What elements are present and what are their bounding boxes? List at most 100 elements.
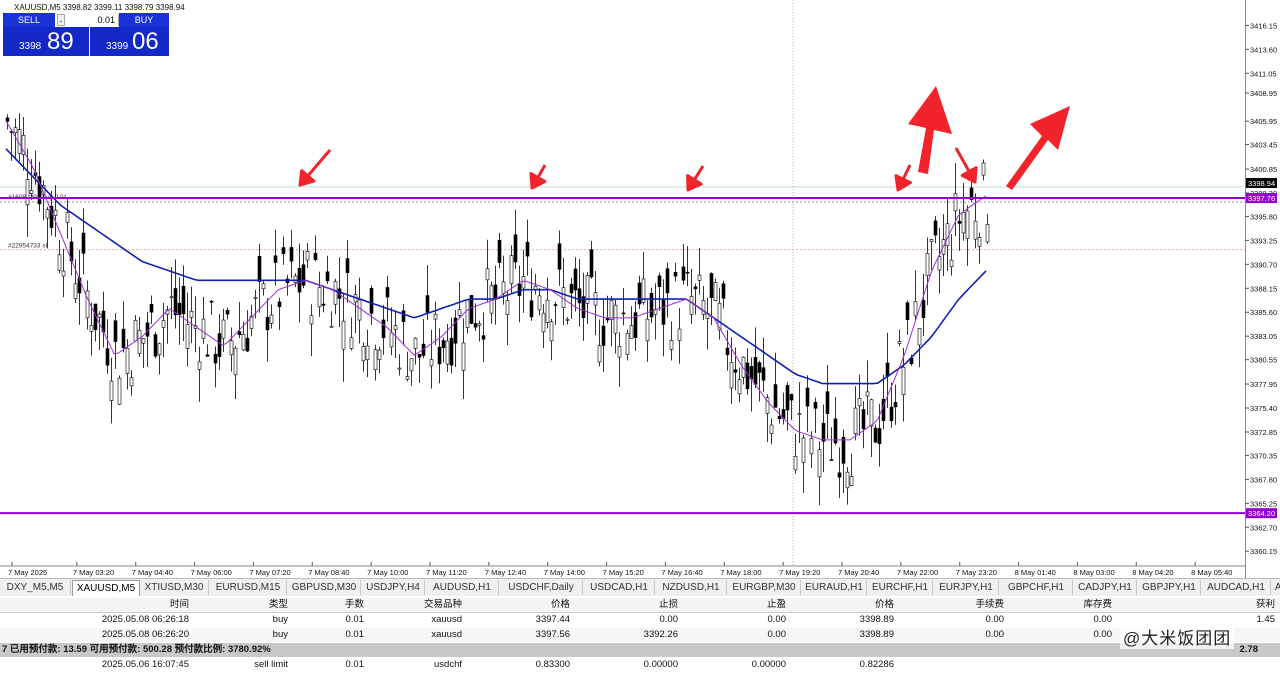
resistance-label: 3397.76 — [1248, 194, 1275, 203]
candle-body — [257, 256, 262, 282]
candle-body — [57, 254, 62, 271]
price-axis-label: 3390.70 — [1250, 260, 1277, 269]
tab-gbpjpy-h1[interactable]: GBPJPY,H1 — [1138, 580, 1201, 595]
candle-body — [565, 319, 570, 321]
time-axis-label: 7 May 19:20 — [779, 568, 820, 577]
tab-xtiusd-m30[interactable]: XTIUSD,M30 — [140, 580, 209, 595]
tab-gbpchf-h1[interactable]: GBPCHF,H1 — [1000, 580, 1073, 595]
candle-body — [709, 273, 714, 298]
chart-canvas: 3416.15 3413.60 3411.05 3408.95 3405.95 3403.… — [0, 0, 1277, 577]
candle-body — [861, 409, 866, 430]
table-cell: 0.00 — [767, 629, 787, 640]
candle-body — [433, 313, 438, 320]
candle-body — [209, 300, 214, 303]
candle-body — [213, 353, 218, 364]
candle-body — [381, 319, 386, 339]
table-cell: 3397.44 — [535, 614, 570, 625]
candle-body — [757, 362, 762, 373]
candle-body — [245, 337, 250, 352]
tab-eurchf-h1[interactable]: EURCHF,H1 — [868, 580, 933, 595]
tab-gbpusd-m30[interactable]: GBPUSD,M30 — [288, 580, 361, 595]
price-axis-label: 3413.60 — [1250, 45, 1277, 54]
order-label-sl: #22954733 sl — [8, 243, 48, 250]
sell-price[interactable]: 3398 89 — [3, 27, 87, 56]
candle-body — [849, 476, 854, 486]
buy-button[interactable]: BUY — [119, 13, 169, 27]
candle-body — [121, 328, 126, 349]
candle-body — [681, 266, 686, 281]
candle-body — [461, 342, 466, 371]
time-axis-label: 7 May 23:20 — [956, 568, 997, 577]
column-header: 获利 — [1255, 599, 1275, 610]
candle-body — [873, 427, 878, 443]
arrow-up-big — [908, 86, 952, 174]
candle-body — [785, 384, 790, 411]
tab-al[interactable]: AL — [1272, 580, 1280, 595]
candle-body — [713, 282, 718, 302]
column-header: 库存费 — [1083, 599, 1112, 610]
tab-usdchf-daily[interactable]: USDCHF,Daily — [500, 580, 583, 595]
candle-body — [649, 292, 654, 318]
candle-body — [977, 237, 982, 247]
candle-body — [829, 459, 834, 461]
candle-body — [365, 345, 370, 360]
tab-eurusd-m15[interactable]: EURUSD,M15 — [210, 580, 287, 595]
price-axis-label: 3362.70 — [1250, 523, 1277, 532]
candle-body — [833, 418, 838, 444]
candle-body — [241, 334, 246, 351]
table-row[interactable]: 2025.05.08 06:26:18 buy 0.01 xauusd 3397.44 0… — [0, 613, 1280, 627]
tab-eurgbp-m30[interactable]: EURGBP,M30 — [728, 580, 801, 595]
candle-body — [661, 299, 666, 325]
candle-body — [481, 335, 486, 340]
candle-body — [277, 301, 282, 308]
candle-body — [889, 406, 894, 422]
pending-order-row[interactable]: 2025.05.06 16:07:45 sell limit 0.01 usdchf 0… — [0, 658, 1280, 672]
time-axis-label: 7 May 18:00 — [720, 568, 761, 577]
candle-body — [293, 275, 298, 283]
chart-tabs: DXY_M5,M5 XAUUSD,M5 XTIUSD,M30 EURUSD,M15 GB… — [0, 578, 1280, 596]
table-row[interactable]: 2025.05.08 06:26:20 buy 0.01 xauusd 3397.56 3… — [0, 628, 1280, 642]
tab-audusd-h1[interactable]: AUDUSD,H1 — [426, 580, 499, 595]
candle-body — [409, 358, 414, 372]
candle-body — [225, 309, 230, 315]
buy-price[interactable]: 3399 06 — [89, 27, 170, 56]
candle-body — [505, 300, 510, 315]
table-cell: 0.00 — [1093, 629, 1113, 640]
candle-body — [961, 212, 966, 234]
chart-title: XAUUSD,M5 3398.82 3399.11 3398.79 3398.9… — [14, 3, 185, 12]
candle-body — [689, 296, 694, 315]
tab-eurjpy-h1[interactable]: EURJPY,H1 — [934, 580, 999, 595]
tab-xauusd-m5[interactable]: XAUUSD,M5 — [72, 580, 140, 596]
candle-body — [805, 387, 810, 407]
tab-usdjpy-h4[interactable]: USDJPY,H4 — [362, 580, 425, 595]
candle-body — [797, 413, 802, 415]
candle-body — [821, 423, 826, 442]
candle-body — [597, 345, 602, 363]
candle-body — [813, 401, 818, 409]
tab-usdcad-h1[interactable]: USDCAD,H1 — [584, 580, 655, 595]
column-header: 时间 — [169, 599, 189, 610]
price-axis-label: 3385.60 — [1250, 308, 1277, 317]
tab-euraud-h1[interactable]: EURAUD,H1 — [802, 580, 867, 595]
candle-body — [177, 302, 182, 315]
candle-body — [857, 398, 862, 407]
price-chart[interactable]: 3416.15 3413.60 3411.05 3408.95 3405.95 3403.… — [0, 0, 1280, 578]
buy-price-big: 06 — [132, 28, 159, 55]
tab-dxy-m5-m5[interactable]: DXY_M5,M5 — [0, 580, 71, 595]
candle-body — [133, 320, 138, 342]
candle-body — [185, 324, 190, 349]
candle-body — [349, 337, 354, 349]
candle-body — [169, 296, 174, 299]
lot-size-input[interactable]: 0.01 — [63, 14, 115, 26]
sell-button[interactable]: SELL — [3, 13, 55, 27]
tab-nzdusd-h1[interactable]: NZDUSD,H1 — [656, 580, 727, 595]
candle-body — [269, 314, 274, 324]
column-header: 止损 — [658, 599, 678, 610]
tab-cadjpy-h1[interactable]: CADJPY,H1 — [1074, 580, 1137, 595]
candle-body — [817, 449, 822, 478]
candle-body — [205, 354, 210, 357]
candle-body — [673, 271, 678, 277]
tab-audcad-h1[interactable]: AUDCAD,H1 — [1202, 580, 1271, 595]
candle-body — [557, 243, 562, 270]
current-price-label: 3398.94 — [1248, 179, 1275, 188]
